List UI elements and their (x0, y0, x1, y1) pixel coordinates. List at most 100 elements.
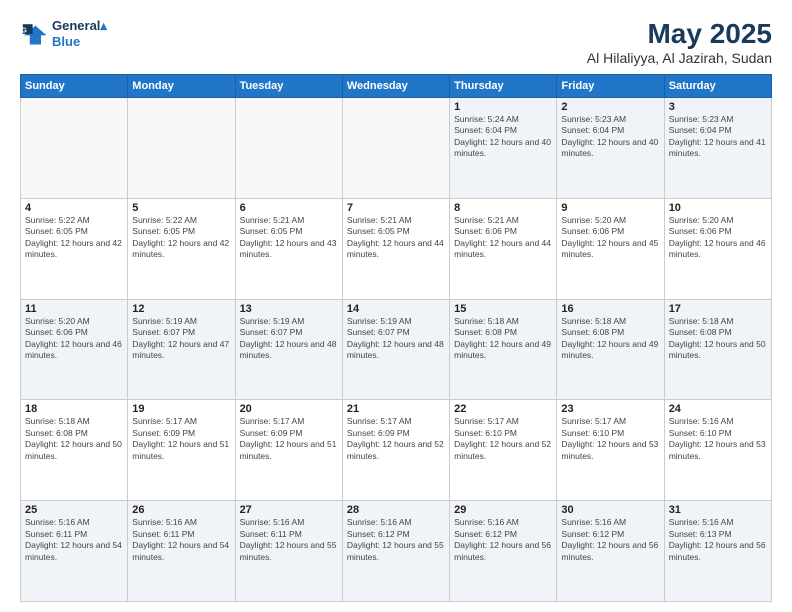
day-number: 23 (561, 403, 659, 415)
col-wednesday: Wednesday (342, 75, 449, 98)
week-row-3: 11Sunrise: 5:20 AMSunset: 6:06 PMDayligh… (21, 299, 772, 400)
week-row-2: 4Sunrise: 5:22 AMSunset: 6:05 PMDaylight… (21, 198, 772, 299)
day-info: Sunrise: 5:16 AMSunset: 6:13 PMDaylight:… (669, 517, 767, 563)
svg-text:G: G (21, 27, 27, 34)
calendar-cell (128, 98, 235, 199)
day-info: Sunrise: 5:21 AMSunset: 6:06 PMDaylight:… (454, 215, 552, 261)
day-info: Sunrise: 5:17 AMSunset: 6:09 PMDaylight:… (240, 416, 338, 462)
calendar-cell: 3Sunrise: 5:23 AMSunset: 6:04 PMDaylight… (664, 98, 771, 199)
day-number: 3 (669, 101, 767, 113)
day-info: Sunrise: 5:21 AMSunset: 6:05 PMDaylight:… (240, 215, 338, 261)
calendar-cell: 5Sunrise: 5:22 AMSunset: 6:05 PMDaylight… (128, 198, 235, 299)
location-title: Al Hilaliyya, Al Jazirah, Sudan (587, 50, 772, 66)
calendar-cell: 6Sunrise: 5:21 AMSunset: 6:05 PMDaylight… (235, 198, 342, 299)
day-info: Sunrise: 5:19 AMSunset: 6:07 PMDaylight:… (240, 316, 338, 362)
day-info: Sunrise: 5:22 AMSunset: 6:05 PMDaylight:… (25, 215, 123, 261)
day-number: 29 (454, 504, 552, 516)
col-sunday: Sunday (21, 75, 128, 98)
day-number: 1 (454, 101, 552, 113)
day-number: 14 (347, 303, 445, 315)
calendar-cell: 15Sunrise: 5:18 AMSunset: 6:08 PMDayligh… (450, 299, 557, 400)
calendar-cell: 4Sunrise: 5:22 AMSunset: 6:05 PMDaylight… (21, 198, 128, 299)
day-info: Sunrise: 5:19 AMSunset: 6:07 PMDaylight:… (132, 316, 230, 362)
day-number: 19 (132, 403, 230, 415)
calendar-cell: 8Sunrise: 5:21 AMSunset: 6:06 PMDaylight… (450, 198, 557, 299)
calendar: Sunday Monday Tuesday Wednesday Thursday… (20, 74, 772, 602)
calendar-cell: 16Sunrise: 5:18 AMSunset: 6:08 PMDayligh… (557, 299, 664, 400)
week-row-1: 1Sunrise: 5:24 AMSunset: 6:04 PMDaylight… (21, 98, 772, 199)
calendar-cell: 30Sunrise: 5:16 AMSunset: 6:12 PMDayligh… (557, 501, 664, 602)
day-info: Sunrise: 5:16 AMSunset: 6:11 PMDaylight:… (25, 517, 123, 563)
calendar-cell (235, 98, 342, 199)
day-info: Sunrise: 5:23 AMSunset: 6:04 PMDaylight:… (561, 114, 659, 160)
page: G General▴ Blue May 2025 Al Hilaliyya, A… (0, 0, 792, 612)
day-number: 5 (132, 202, 230, 214)
day-info: Sunrise: 5:20 AMSunset: 6:06 PMDaylight:… (25, 316, 123, 362)
logo: G General▴ Blue (20, 18, 107, 49)
day-number: 7 (347, 202, 445, 214)
day-number: 24 (669, 403, 767, 415)
day-info: Sunrise: 5:16 AMSunset: 6:10 PMDaylight:… (669, 416, 767, 462)
day-info: Sunrise: 5:20 AMSunset: 6:06 PMDaylight:… (669, 215, 767, 261)
day-number: 16 (561, 303, 659, 315)
calendar-cell: 26Sunrise: 5:16 AMSunset: 6:11 PMDayligh… (128, 501, 235, 602)
day-info: Sunrise: 5:16 AMSunset: 6:12 PMDaylight:… (347, 517, 445, 563)
month-title: May 2025 (587, 18, 772, 50)
day-number: 30 (561, 504, 659, 516)
calendar-cell: 10Sunrise: 5:20 AMSunset: 6:06 PMDayligh… (664, 198, 771, 299)
day-info: Sunrise: 5:16 AMSunset: 6:11 PMDaylight:… (132, 517, 230, 563)
day-info: Sunrise: 5:20 AMSunset: 6:06 PMDaylight:… (561, 215, 659, 261)
calendar-cell: 2Sunrise: 5:23 AMSunset: 6:04 PMDaylight… (557, 98, 664, 199)
week-row-5: 25Sunrise: 5:16 AMSunset: 6:11 PMDayligh… (21, 501, 772, 602)
calendar-cell: 23Sunrise: 5:17 AMSunset: 6:10 PMDayligh… (557, 400, 664, 501)
day-number: 10 (669, 202, 767, 214)
calendar-cell (21, 98, 128, 199)
header: G General▴ Blue May 2025 Al Hilaliyya, A… (20, 18, 772, 66)
calendar-cell: 1Sunrise: 5:24 AMSunset: 6:04 PMDaylight… (450, 98, 557, 199)
day-info: Sunrise: 5:18 AMSunset: 6:08 PMDaylight:… (454, 316, 552, 362)
day-info: Sunrise: 5:19 AMSunset: 6:07 PMDaylight:… (347, 316, 445, 362)
calendar-cell: 7Sunrise: 5:21 AMSunset: 6:05 PMDaylight… (342, 198, 449, 299)
day-info: Sunrise: 5:22 AMSunset: 6:05 PMDaylight:… (132, 215, 230, 261)
day-info: Sunrise: 5:23 AMSunset: 6:04 PMDaylight:… (669, 114, 767, 160)
day-number: 6 (240, 202, 338, 214)
day-number: 15 (454, 303, 552, 315)
day-number: 9 (561, 202, 659, 214)
col-thursday: Thursday (450, 75, 557, 98)
calendar-cell: 31Sunrise: 5:16 AMSunset: 6:13 PMDayligh… (664, 501, 771, 602)
calendar-cell: 11Sunrise: 5:20 AMSunset: 6:06 PMDayligh… (21, 299, 128, 400)
day-number: 4 (25, 202, 123, 214)
calendar-header-row: Sunday Monday Tuesday Wednesday Thursday… (21, 75, 772, 98)
col-monday: Monday (128, 75, 235, 98)
logo-icon: G (20, 20, 48, 48)
title-block: May 2025 Al Hilaliyya, Al Jazirah, Sudan (587, 18, 772, 66)
day-number: 12 (132, 303, 230, 315)
calendar-cell (342, 98, 449, 199)
calendar-cell: 20Sunrise: 5:17 AMSunset: 6:09 PMDayligh… (235, 400, 342, 501)
day-info: Sunrise: 5:17 AMSunset: 6:09 PMDaylight:… (347, 416, 445, 462)
day-info: Sunrise: 5:17 AMSunset: 6:09 PMDaylight:… (132, 416, 230, 462)
calendar-cell: 14Sunrise: 5:19 AMSunset: 6:07 PMDayligh… (342, 299, 449, 400)
day-number: 8 (454, 202, 552, 214)
calendar-cell: 9Sunrise: 5:20 AMSunset: 6:06 PMDaylight… (557, 198, 664, 299)
calendar-cell: 25Sunrise: 5:16 AMSunset: 6:11 PMDayligh… (21, 501, 128, 602)
col-friday: Friday (557, 75, 664, 98)
calendar-cell: 27Sunrise: 5:16 AMSunset: 6:11 PMDayligh… (235, 501, 342, 602)
day-info: Sunrise: 5:18 AMSunset: 6:08 PMDaylight:… (561, 316, 659, 362)
day-number: 18 (25, 403, 123, 415)
day-info: Sunrise: 5:18 AMSunset: 6:08 PMDaylight:… (669, 316, 767, 362)
calendar-cell: 22Sunrise: 5:17 AMSunset: 6:10 PMDayligh… (450, 400, 557, 501)
calendar-cell: 21Sunrise: 5:17 AMSunset: 6:09 PMDayligh… (342, 400, 449, 501)
calendar-cell: 24Sunrise: 5:16 AMSunset: 6:10 PMDayligh… (664, 400, 771, 501)
day-number: 27 (240, 504, 338, 516)
day-info: Sunrise: 5:17 AMSunset: 6:10 PMDaylight:… (454, 416, 552, 462)
day-info: Sunrise: 5:17 AMSunset: 6:10 PMDaylight:… (561, 416, 659, 462)
day-number: 25 (25, 504, 123, 516)
day-info: Sunrise: 5:16 AMSunset: 6:12 PMDaylight:… (561, 517, 659, 563)
logo-text: General▴ Blue (52, 18, 107, 49)
day-number: 31 (669, 504, 767, 516)
day-number: 21 (347, 403, 445, 415)
calendar-cell: 18Sunrise: 5:18 AMSunset: 6:08 PMDayligh… (21, 400, 128, 501)
day-number: 20 (240, 403, 338, 415)
day-number: 26 (132, 504, 230, 516)
